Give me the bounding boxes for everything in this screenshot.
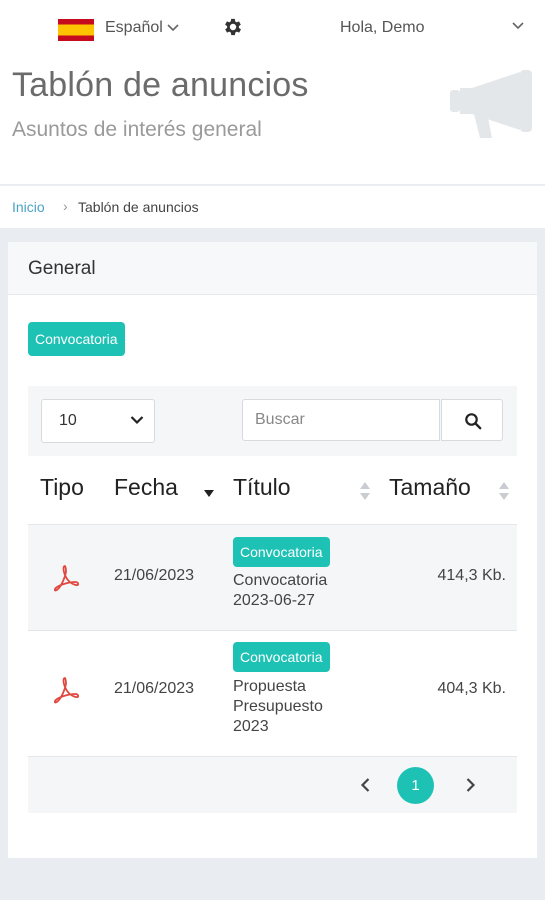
sort-both-icon[interactable] <box>499 482 509 500</box>
row-size: 414,3 Kb. <box>437 567 507 584</box>
sort-both-icon[interactable] <box>360 482 370 500</box>
breadcrumb: Inicio › Tablón de anuncios <box>0 185 545 228</box>
search-button[interactable] <box>441 399 503 441</box>
language-selector[interactable]: Español <box>105 19 179 37</box>
page-subtitle: Asuntos de interés general <box>12 118 262 141</box>
top-bar: Español Hola, Demo <box>0 0 545 58</box>
chevron-down-icon[interactable] <box>512 22 524 30</box>
page-size-value: 10 <box>59 412 77 429</box>
chevron-down-icon <box>130 416 144 425</box>
megaphone-icon <box>450 70 532 138</box>
table-row[interactable]: 21/06/2023 Convocatoria Propuesta Presup… <box>28 630 517 755</box>
row-title-line: Presupuesto <box>233 698 323 715</box>
panel-header: General <box>8 242 537 295</box>
row-title-line: Propuesta <box>233 678 306 695</box>
row-title-link[interactable]: Propuesta Presupuesto 2023 <box>233 677 363 737</box>
column-header-fecha[interactable]: Fecha <box>114 474 178 501</box>
page-size-select[interactable]: 10 <box>41 399 155 443</box>
page-title: Tablón de anuncios <box>12 66 309 104</box>
row-size: 404,3 Kb. <box>437 680 507 697</box>
column-header-tamano[interactable]: Tamaño <box>389 474 471 501</box>
announcements-panel: General Convocatoria 10 Tipo Fecha Títul… <box>8 242 537 858</box>
sort-desc-icon[interactable] <box>204 490 214 497</box>
chevron-down-icon <box>167 24 179 32</box>
pdf-icon[interactable] <box>50 563 80 593</box>
row-title-line: 2023-06-27 <box>233 592 315 609</box>
pagination-current-page[interactable]: 1 <box>397 767 434 804</box>
gear-icon[interactable] <box>222 16 244 38</box>
search-icon <box>465 413 482 430</box>
chevron-right-icon[interactable] <box>458 773 482 797</box>
column-header-tipo[interactable]: Tipo <box>40 474 84 501</box>
table-row[interactable]: 21/06/2023 Convocatoria Convocatoria 202… <box>28 525 517 630</box>
breadcrumb-separator: › <box>63 198 68 214</box>
row-title-line: Convocatoria <box>233 572 328 589</box>
language-label: Español <box>105 19 163 36</box>
row-category-badge: Convocatoria <box>233 537 330 567</box>
chevron-left-icon[interactable] <box>354 773 378 797</box>
search-input[interactable] <box>242 399 440 441</box>
table-toolbar: 10 <box>28 386 517 456</box>
row-date: 21/06/2023 <box>114 680 195 697</box>
pagination: 1 <box>28 756 517 813</box>
pdf-icon[interactable] <box>50 675 80 705</box>
row-date: 21/06/2023 <box>114 567 195 584</box>
page-header: Tablón de anuncios Asuntos de interés ge… <box>0 58 545 184</box>
row-title-link[interactable]: Convocatoria 2023-06-27 <box>233 571 363 611</box>
category-filter-badge[interactable]: Convocatoria <box>28 322 125 356</box>
panel-title: General <box>28 258 96 279</box>
breadcrumb-current: Tablón de anuncios <box>78 199 199 215</box>
greeting-text: Hola, <box>340 19 382 36</box>
column-header-titulo[interactable]: Título <box>233 474 291 501</box>
user-name: Demo <box>381 19 425 36</box>
user-greeting[interactable]: Hola, Demo <box>340 19 424 37</box>
breadcrumb-home-link[interactable]: Inicio <box>12 199 45 215</box>
row-category-badge: Convocatoria <box>233 642 330 672</box>
spain-flag-icon <box>58 19 94 41</box>
row-title-line: 2023 <box>233 718 269 735</box>
